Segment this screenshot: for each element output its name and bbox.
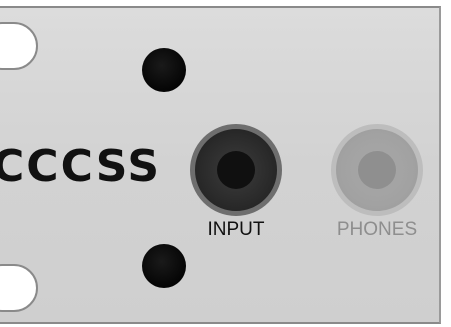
brand-logo-text: CCCSS — [0, 141, 162, 192]
rack-mount-notch-top — [0, 22, 38, 70]
screw-hole-top — [142, 48, 186, 92]
phones-jack-socket — [358, 151, 396, 189]
phones-jack[interactable] — [331, 124, 423, 216]
device-front-panel: CCCSS INPUT PHONES — [0, 0, 451, 327]
rack-mount-notch-bottom — [0, 264, 38, 312]
phones-jack-label: PHONES — [336, 219, 418, 240]
input-jack-socket — [217, 151, 255, 189]
input-jack[interactable] — [190, 124, 282, 216]
input-jack-label: INPUT — [207, 219, 265, 240]
screw-hole-bottom — [142, 244, 186, 288]
rack-faceplate: CCCSS INPUT PHONES — [0, 6, 441, 324]
